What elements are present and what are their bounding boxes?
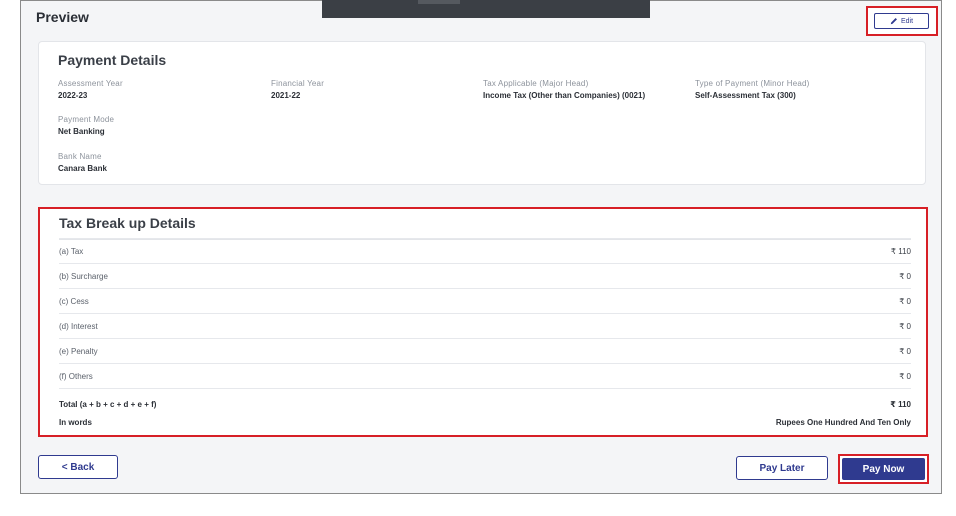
tax-row-label: (c) Cess [59, 296, 89, 306]
field-label: Tax Applicable (Major Head) [483, 79, 589, 88]
edit-button[interactable]: Edit [874, 13, 929, 29]
tax-row: (e) Penalty ₹ 0 [59, 338, 911, 363]
total-label: Total (a + b + c + d + e + f) [59, 399, 157, 409]
pencil-icon [890, 18, 897, 25]
divider [59, 388, 911, 389]
field-value: Self-Assessment Tax (300) [695, 91, 796, 100]
financial-year-field: Financial Year 2021-22 [271, 79, 324, 101]
pay-now-highlight-box: Pay Now [838, 454, 929, 484]
tax-row-amount: ₹ 0 [899, 371, 911, 381]
top-toolbar-strip [322, 0, 650, 18]
field-label: Type of Payment (Minor Head) [695, 79, 810, 88]
assessment-year-field: Assessment Year 2022-23 [58, 79, 123, 101]
back-button[interactable]: < Back [38, 455, 118, 479]
field-value: Income Tax (Other than Companies) (0021) [483, 91, 646, 100]
pay-later-button[interactable]: Pay Later [736, 456, 828, 480]
bank-name-field: Bank Name Canara Bank [58, 152, 107, 174]
field-value: Canara Bank [58, 164, 107, 173]
in-words-label: In words [59, 417, 92, 427]
field-value: 2022-23 [58, 91, 88, 100]
tax-row: (f) Others ₹ 0 [59, 363, 911, 388]
page-title: Preview [36, 9, 89, 25]
tax-row-label: (d) Interest [59, 321, 98, 331]
tax-breakup-title: Tax Break up Details [59, 215, 196, 231]
edit-button-label: Edit [900, 17, 914, 25]
field-label: Bank Name [58, 152, 102, 161]
field-label: Payment Mode [58, 115, 115, 124]
tax-row-label: (b) Surcharge [59, 271, 108, 281]
field-value: 2021-22 [271, 91, 301, 100]
field-label: Assessment Year [58, 79, 123, 88]
field-value: Net Banking [58, 127, 105, 136]
tax-row-amount: ₹ 0 [899, 271, 911, 281]
total-amount: ₹ 110 [890, 399, 911, 409]
tax-row-amount: ₹ 0 [899, 346, 911, 356]
payment-details-title: Payment Details [58, 52, 167, 68]
field-label: Financial Year [271, 79, 325, 88]
tax-row-label: (f) Others [59, 371, 93, 381]
payment-details-card: Payment Details Assessment Year 2022-23 … [38, 41, 926, 185]
tax-row: (b) Surcharge ₹ 0 [59, 263, 911, 288]
total-row: Total (a + b + c + d + e + f) ₹ 110 [59, 396, 911, 412]
in-words-value: Rupees One Hundred And Ten Only [775, 417, 911, 427]
toolbar-notch [418, 0, 460, 4]
tax-row: (c) Cess ₹ 0 [59, 288, 911, 313]
tax-row: (d) Interest ₹ 0 [59, 313, 911, 338]
in-words-row: In words Rupees One Hundred And Ten Only [59, 414, 911, 430]
tax-row-label: (a) Tax [59, 246, 84, 256]
tax-row-amount: ₹ 0 [899, 296, 911, 306]
tax-row-label: (e) Penalty [59, 346, 98, 356]
tax-row-amount: ₹ 110 [890, 246, 911, 256]
tax-breakup-card: Tax Break up Details (a) Tax ₹ 110 (b) S… [38, 207, 928, 437]
tax-row-amount: ₹ 0 [899, 321, 911, 331]
tax-row: (a) Tax ₹ 110 [59, 238, 911, 263]
pay-now-button[interactable]: Pay Now [842, 458, 925, 480]
edit-highlight-box: Edit [866, 6, 938, 36]
tax-applicable-field: Tax Applicable (Major Head) Income Tax (… [483, 79, 678, 101]
payment-mode-field: Payment Mode Net Banking [58, 115, 114, 137]
type-of-payment-field: Type of Payment (Minor Head) Self-Assess… [695, 79, 810, 101]
